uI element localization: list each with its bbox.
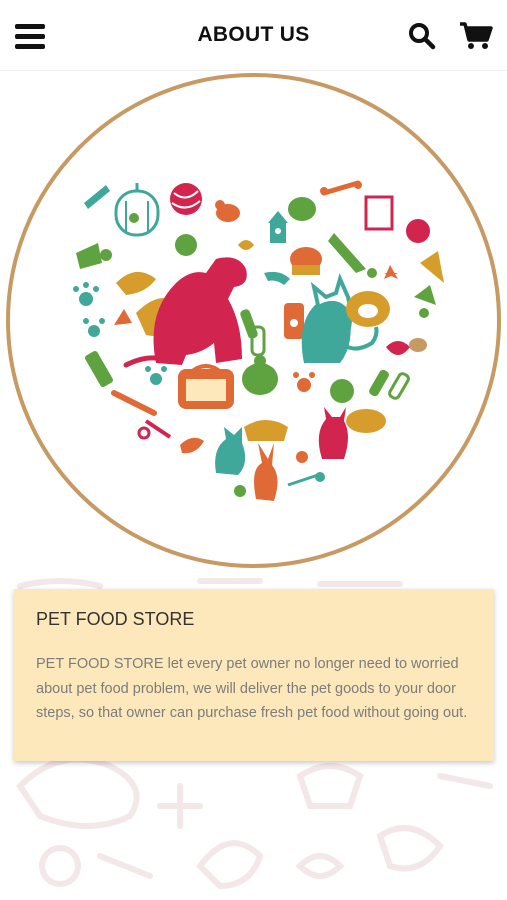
pet-heart-illustration bbox=[73, 180, 444, 501]
search-icon bbox=[409, 23, 436, 50]
menu-icon bbox=[15, 24, 45, 49]
about-description: PET FOOD STORE let every pet owner no lo… bbox=[36, 656, 468, 721]
cart-button[interactable] bbox=[458, 18, 494, 54]
cart-icon bbox=[460, 22, 493, 49]
menu-button[interactable] bbox=[12, 18, 48, 54]
page-title: ABOUT US bbox=[197, 23, 310, 46]
about-heading: PET FOOD STORE bbox=[36, 609, 195, 629]
about-card: PET FOOD STORE PET FOOD STORE let every … bbox=[14, 589, 494, 761]
hero-banner bbox=[0, 71, 507, 576]
top-bar: ABOUT US bbox=[0, 0, 507, 71]
search-button[interactable] bbox=[404, 18, 440, 54]
